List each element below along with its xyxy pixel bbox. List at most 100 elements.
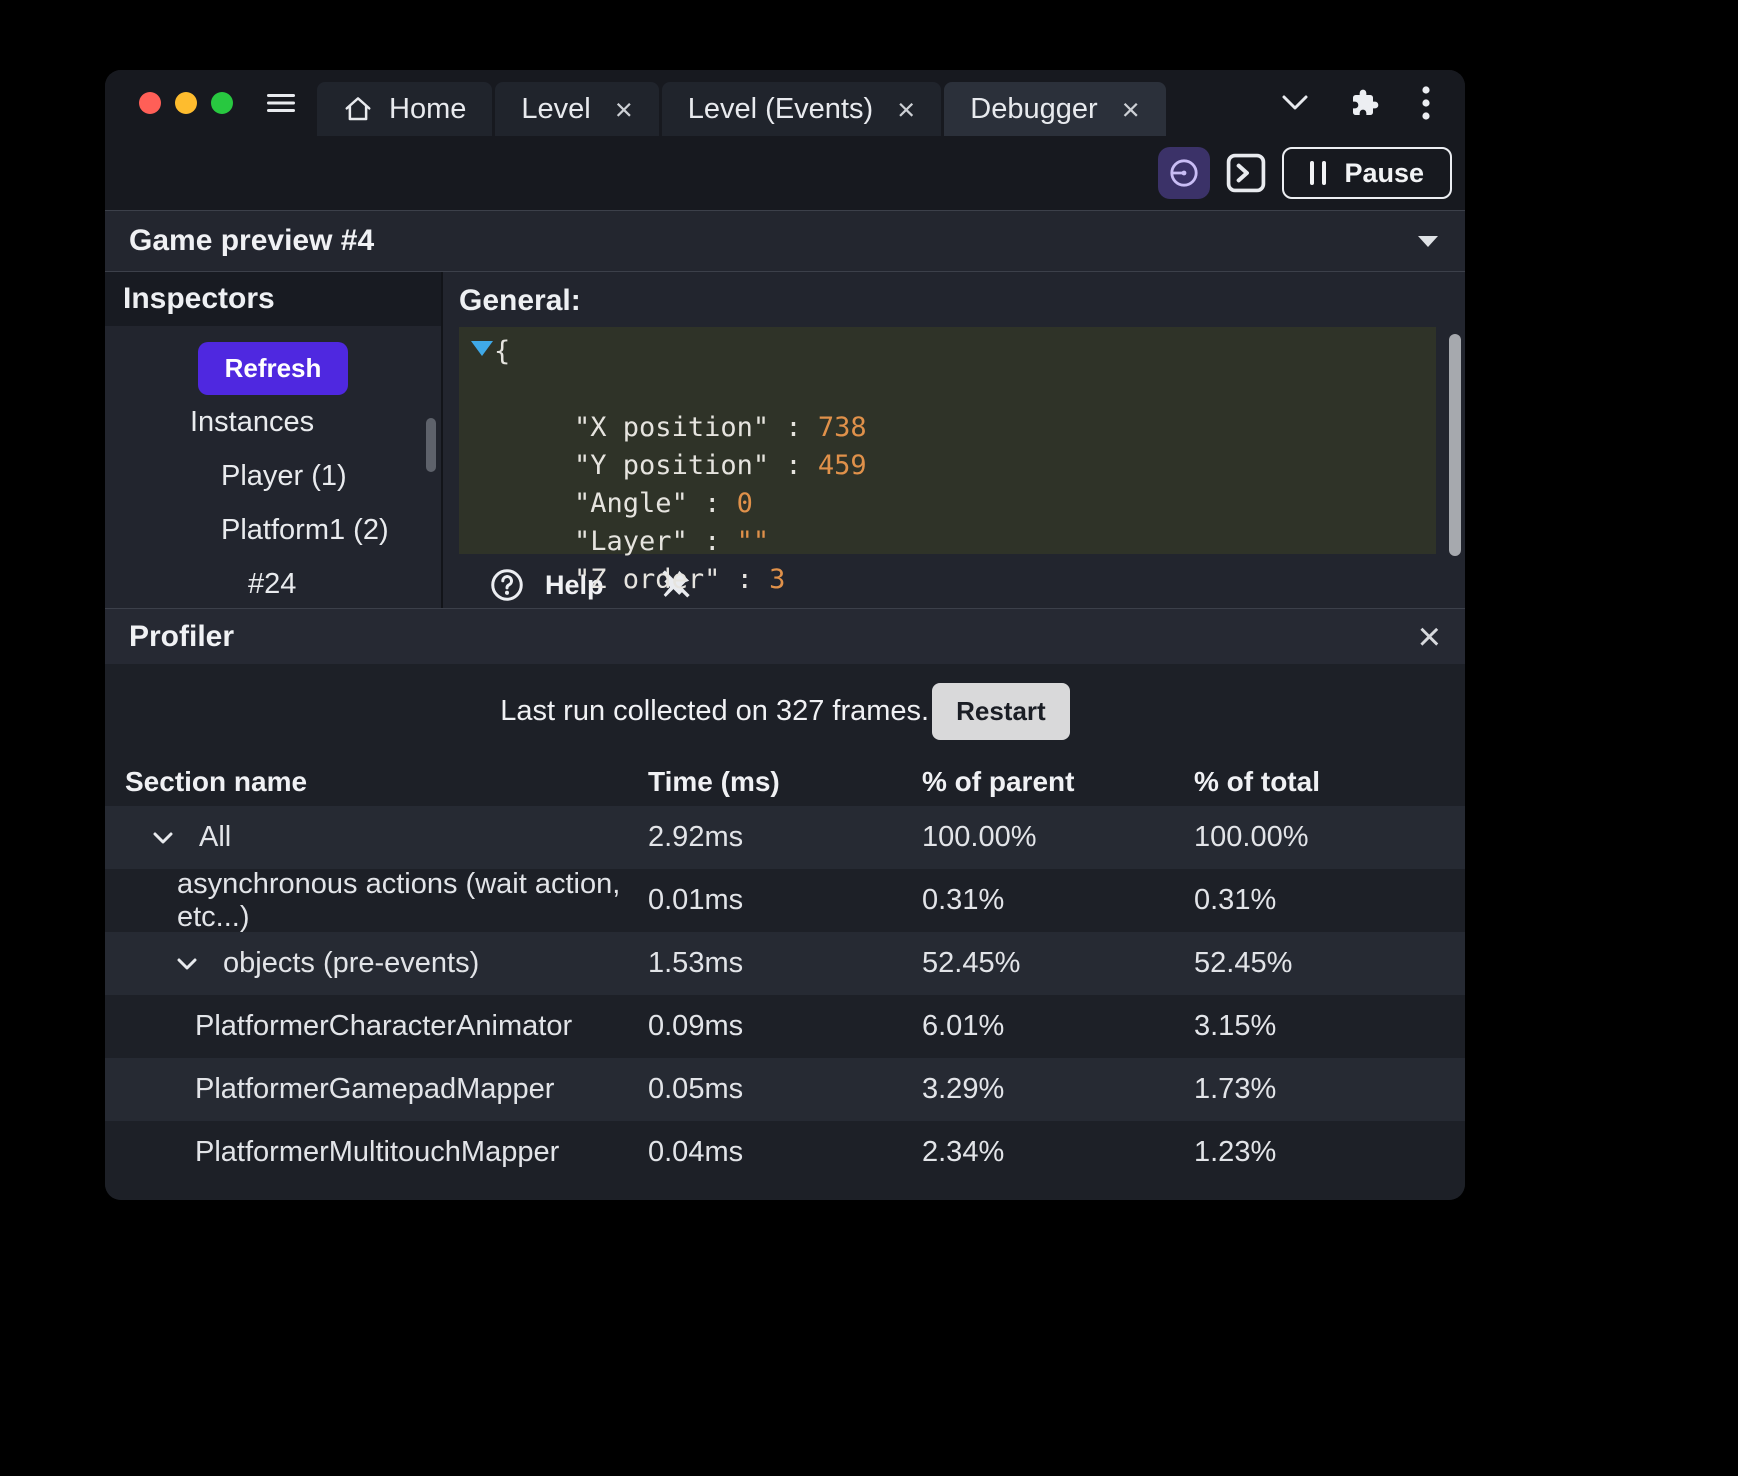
section-name: PlatformerCharacterAnimator	[195, 1010, 573, 1042]
section-name: All	[199, 821, 232, 853]
inspector-item-list: Instances Player (1) Platform1 (2) #24	[105, 395, 441, 608]
general-panel: General: { "X position" : 738 "Y positio…	[443, 272, 1465, 608]
inspector-item-label: Platform1 (2)	[221, 513, 389, 546]
inspector-item-label: Player (1)	[221, 459, 347, 492]
section-name: PlatformerMultitouchMapper	[195, 1136, 560, 1168]
profiler-row: PlatformerCharacterAnimator 0.09ms 6.01%…	[105, 995, 1465, 1058]
collapse-node-icon[interactable]	[471, 341, 493, 356]
profiler-title: Profiler	[129, 619, 235, 653]
section-time: 0.09ms	[648, 1010, 744, 1042]
kebab-menu-icon	[1422, 86, 1430, 120]
restart-button[interactable]: Restart	[932, 682, 1070, 740]
debugger-toolbar: Pause	[105, 136, 1465, 210]
inspector-tree-item[interactable]: Player (1)	[105, 449, 441, 503]
tab-strip: Home Level × Level (Events) × Debugger ×	[317, 82, 1166, 136]
inspector-tree-item[interactable]: #24	[105, 557, 441, 608]
section-time: 0.04ms	[648, 1136, 744, 1168]
section-time: 1.53ms	[648, 947, 744, 979]
inspectors-panel: Inspectors Refresh Instances Player (1) …	[105, 272, 443, 608]
properties-json-view: { "X position" : 738 "Y position" : 459 …	[459, 327, 1436, 595]
tab-close-icon[interactable]: ×	[897, 94, 915, 125]
general-panel-title: General:	[459, 284, 581, 317]
inspector-panes: Inspectors Refresh Instances Player (1) …	[105, 272, 1465, 608]
minimize-window-button[interactable]	[175, 92, 197, 114]
column-time: Time (ms)	[648, 766, 780, 797]
inspector-item-label: #24	[248, 567, 297, 600]
profiler-status-text: Last run collected on 327 frames.	[500, 694, 930, 727]
json-separator: :	[769, 450, 818, 481]
inspectors-scrollbar[interactable]	[426, 418, 436, 472]
tab-label: Home	[389, 92, 467, 125]
section-time: 2.92ms	[648, 821, 744, 853]
tab-label: Debugger	[970, 92, 1098, 125]
tabs-overflow-button[interactable]	[1281, 94, 1309, 112]
section-time: 0.05ms	[648, 1073, 744, 1105]
titlebar-right	[1281, 84, 1465, 122]
section-percent-parent: 2.34%	[922, 1136, 1005, 1168]
main-menu-button[interactable]	[265, 91, 297, 115]
more-options-button[interactable]	[1421, 84, 1431, 122]
home-icon	[345, 97, 371, 121]
json-key: "Angle"	[574, 488, 688, 519]
tab-home[interactable]: Home	[317, 82, 493, 136]
profiler-table-header: Section name Time (ms) % of parent % of …	[105, 758, 1465, 806]
tab-label: Level	[521, 92, 591, 125]
game-preview-collapse-button[interactable]	[1415, 233, 1441, 249]
section-percent-total: 3.15%	[1194, 1010, 1277, 1042]
game-preview-title: Game preview #4	[129, 224, 375, 257]
section-percent-parent: 3.29%	[922, 1073, 1005, 1105]
chevron-down-icon[interactable]	[153, 831, 173, 845]
inspector-tree-item[interactable]: Instances	[105, 395, 441, 449]
json-separator: :	[720, 564, 770, 595]
close-profiler-icon[interactable]: ×	[1418, 617, 1441, 657]
section-percent-total: 1.23%	[1194, 1136, 1277, 1168]
tab-close-icon[interactable]: ×	[1122, 94, 1140, 125]
chevron-down-icon	[1282, 95, 1308, 110]
inspector-item-label: Instances	[190, 405, 315, 438]
profiler-header: Profiler ×	[105, 608, 1465, 664]
tab-debugger[interactable]: Debugger ×	[944, 82, 1166, 136]
profiler-row[interactable]: All 2.92ms 100.00% 100.00%	[105, 806, 1465, 869]
column-percent-parent: % of parent	[922, 766, 1075, 797]
json-key: "Y position"	[574, 450, 770, 481]
pause-icon	[1310, 161, 1327, 185]
profiler-row[interactable]: objects (pre-events) 1.53ms 52.45% 52.45…	[105, 932, 1465, 995]
section-percent-parent: 100.00%	[922, 821, 1037, 853]
window-controls	[105, 92, 233, 114]
json-key: "Z order"	[574, 564, 721, 595]
profiler-row: asynchronous actions (wait action, etc..…	[105, 867, 1465, 933]
close-window-button[interactable]	[139, 92, 161, 114]
profiler-table-rows: All 2.92ms 100.00% 100.00% asynchronous …	[105, 806, 1465, 1184]
inspector-tree-item[interactable]: Platform1 (2)	[105, 503, 441, 557]
refresh-button[interactable]: Refresh	[197, 342, 349, 395]
section-percent-total: 0.31%	[1194, 884, 1277, 916]
json-value: 459	[817, 450, 867, 481]
json-value: ""	[736, 526, 770, 557]
section-percent-total: 100.00%	[1194, 821, 1309, 853]
hamburger-icon	[267, 94, 295, 112]
json-separator: :	[687, 526, 737, 557]
console-icon	[1227, 153, 1266, 193]
profiler-toggle-button[interactable]	[1158, 147, 1211, 199]
section-time: 0.01ms	[648, 884, 744, 916]
console-button[interactable]	[1220, 147, 1272, 199]
profiler-status-row: Last run collected on 327 frames. Restar…	[105, 664, 1465, 758]
section-percent-parent: 0.31%	[922, 884, 1005, 916]
titlebar: Home Level × Level (Events) × Debugger ×	[105, 70, 1465, 136]
chevron-down-icon[interactable]	[177, 957, 197, 971]
tab-level[interactable]: Level ×	[495, 82, 659, 136]
json-open-brace: {	[494, 336, 511, 367]
json-separator: :	[687, 488, 737, 519]
profiler-row: PlatformerMultitouchMapper 0.04ms 2.34% …	[105, 1121, 1465, 1184]
game-preview-header[interactable]: Game preview #4	[105, 210, 1465, 272]
section-name: asynchronous actions (wait action, etc..…	[177, 867, 621, 933]
puzzle-icon	[1353, 89, 1379, 115]
json-field-list: "X position" : 738 "Y position" : 459 "A…	[459, 371, 1436, 595]
tab-close-icon[interactable]: ×	[615, 94, 633, 125]
pause-button[interactable]: Pause	[1282, 147, 1452, 199]
extensions-button[interactable]	[1349, 87, 1381, 119]
tab-level-events-[interactable]: Level (Events) ×	[661, 82, 942, 136]
zoom-window-button[interactable]	[211, 92, 233, 114]
section-percent-total: 52.45%	[1194, 947, 1293, 979]
general-scrollbar[interactable]	[1449, 334, 1461, 556]
